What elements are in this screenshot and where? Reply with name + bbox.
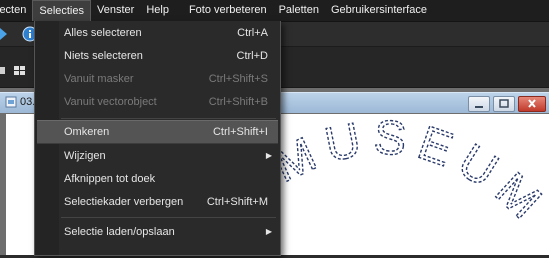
menu-separator: [61, 118, 276, 119]
menu-venster[interactable]: Venster: [91, 0, 140, 21]
submenu-arrow-icon: ▶: [265, 227, 272, 236]
minimize-button[interactable]: [468, 96, 490, 112]
selecties-dropdown-menu: Alles selecteren Ctrl+A Niets selecteren…: [34, 21, 281, 256]
tool-icon[interactable]: [0, 67, 6, 75]
menu-item-shortcut: Ctrl+A: [237, 27, 268, 39]
menu-item-shortcut: Ctrl+Shift+M: [206, 196, 268, 208]
menu-item-vanuit-vectorobject[interactable]: Vanuit vectorobject Ctrl+Shift+B: [37, 91, 278, 113]
menu-projecten[interactable]: jecten: [0, 0, 32, 21]
menu-bar: jecten Selecties Venster Help Foto verbe…: [0, 0, 549, 22]
menu-item-shortcut: Ctrl+Shift+S: [208, 73, 268, 85]
menu-help[interactable]: Help: [140, 0, 175, 21]
menu-item-omkeren[interactable]: Omkeren Ctrl+Shift+I: [37, 120, 278, 144]
menu-paletten[interactable]: Paletten: [273, 0, 325, 21]
close-button[interactable]: [518, 96, 546, 112]
arrow-right-icon[interactable]: [0, 27, 8, 41]
menu-item-shortcut: Ctrl+Shift+I: [212, 126, 268, 138]
menu-item-label: Afknippen tot doek: [64, 173, 156, 185]
menu-item-label: Vanuit vectorobject: [64, 96, 157, 108]
menu-item-label: Selectiekader verbergen: [64, 196, 184, 208]
restore-icon: [499, 99, 509, 108]
minimize-icon: [475, 106, 483, 108]
menu-item-shortcut: Ctrl+Shift+B: [208, 96, 268, 108]
menu-item-selectie-laden-opslaan[interactable]: Selectie laden/opslaan ▶: [37, 221, 278, 243]
menu-item-label: Omkeren: [64, 126, 110, 138]
maximize-button[interactable]: [493, 96, 515, 112]
svg-text:MUSEUM: MUSEUM: [266, 114, 549, 236]
menu-foto-verbeteren[interactable]: Foto verbeteren: [183, 0, 273, 21]
menu-item-niets-selecteren[interactable]: Niets selecteren Ctrl+D: [37, 45, 278, 67]
menu-item-afknippen-tot-doek[interactable]: Afknippen tot doek: [37, 168, 278, 190]
close-icon: [528, 99, 536, 108]
menu-item-alles-selecteren[interactable]: Alles selecteren Ctrl+A: [37, 22, 278, 44]
menu-gebruikersinterface[interactable]: Gebruikersinterface: [325, 0, 433, 21]
document-icon: [5, 96, 17, 108]
menu-item-label: Niets selecteren: [64, 50, 143, 62]
document-title: 03.: [20, 96, 36, 108]
menu-item-label: Selectie laden/opslaan: [64, 226, 175, 238]
menu-item-vanuit-masker[interactable]: Vanuit masker Ctrl+Shift+S: [37, 68, 278, 90]
menu-item-label: Alles selecteren: [64, 27, 142, 39]
menu-item-label: Vanuit masker: [64, 73, 134, 85]
submenu-arrow-icon: ▶: [265, 151, 272, 160]
menu-item-label: Wijzigen: [64, 150, 106, 162]
menu-item-wijzigen[interactable]: Wijzigen ▶: [37, 145, 278, 167]
menu-separator: [61, 217, 276, 218]
menu-item-selectiekader-verbergen[interactable]: Selectiekader verbergen Ctrl+Shift+M: [37, 191, 278, 213]
grid-icon[interactable]: [14, 66, 26, 76]
menu-selecties[interactable]: Selecties: [32, 0, 91, 21]
canvas-museum-text: MUSEUM: [265, 110, 549, 236]
menu-item-shortcut: Ctrl+D: [236, 50, 268, 62]
